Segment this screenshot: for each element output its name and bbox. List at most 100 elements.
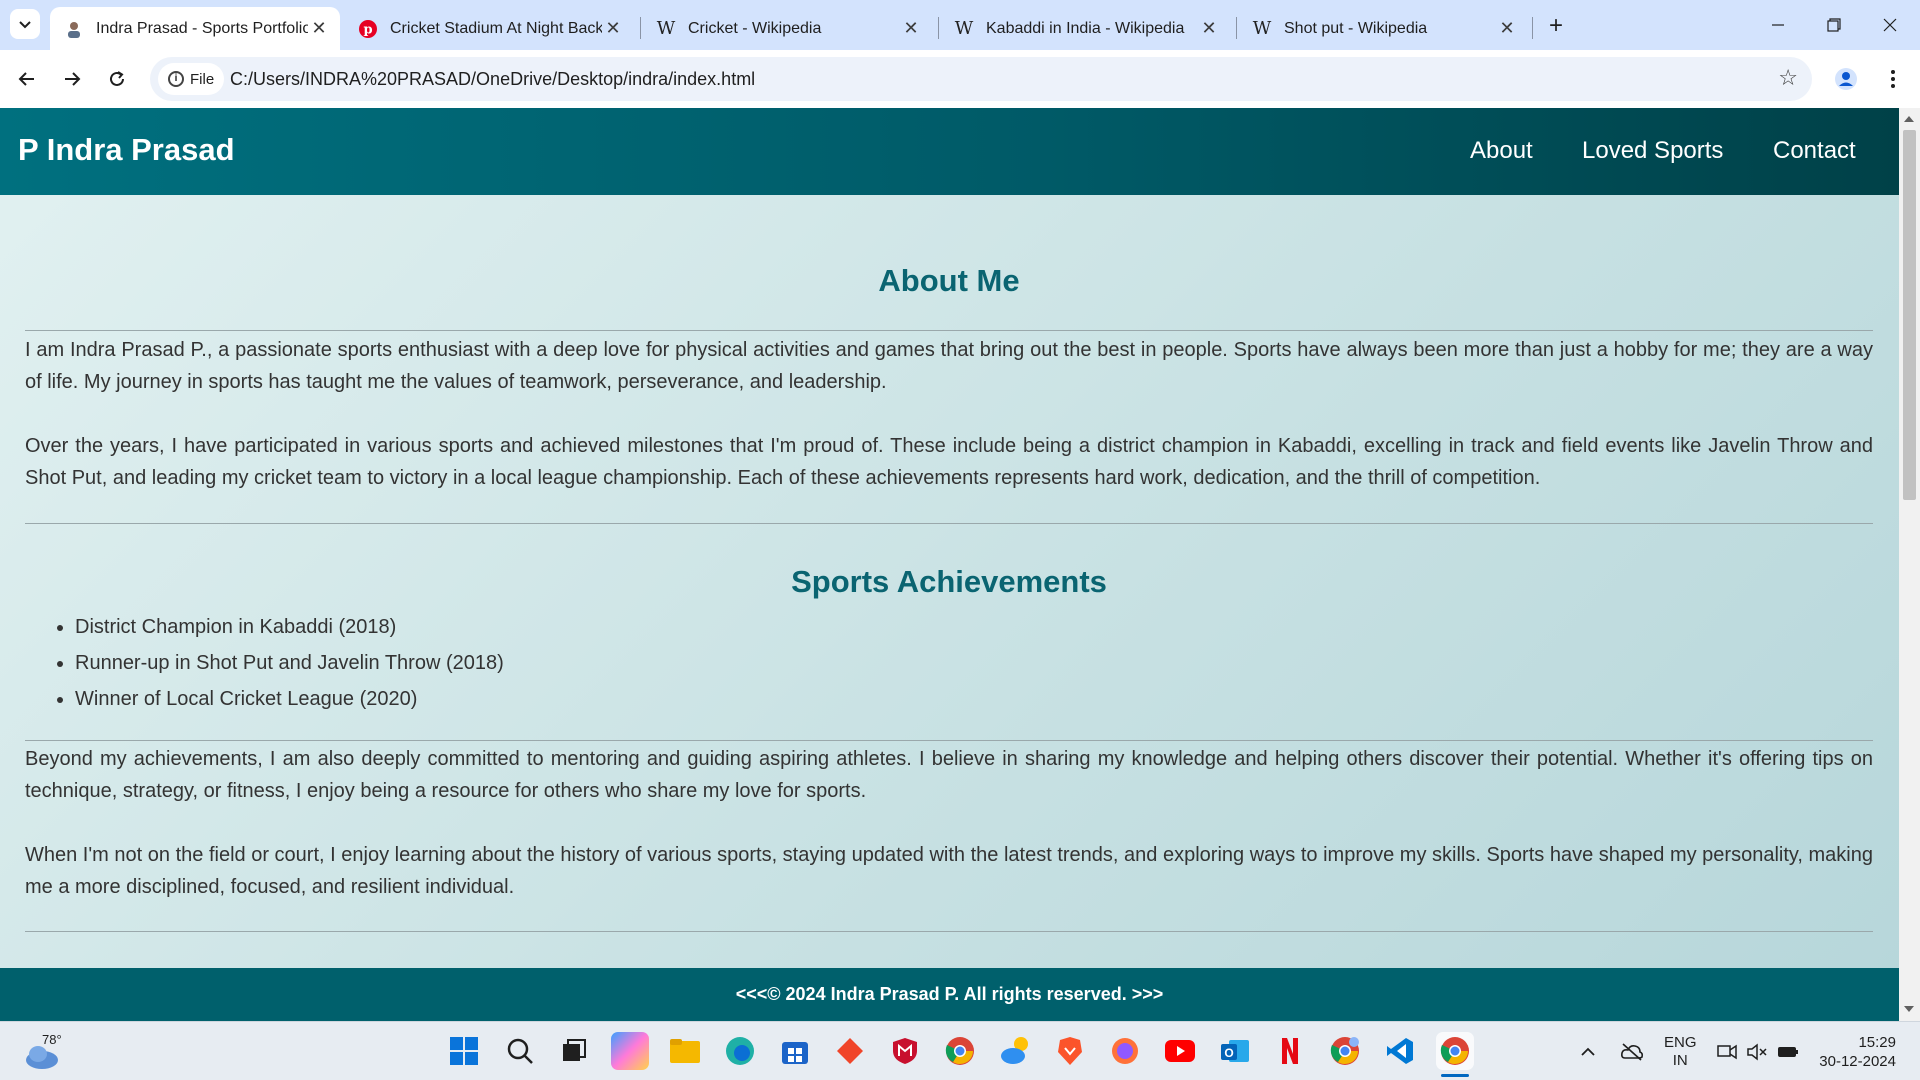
netflix-icon: [1282, 1038, 1298, 1064]
arrow-left-icon: [18, 72, 34, 86]
firefox-app[interactable]: [1106, 1032, 1144, 1070]
chevron-down-icon: [19, 21, 31, 29]
footer-copyright: <<<© 2024 Indra Prasad P. All rights res…: [735, 984, 1164, 1004]
tab-separator: [640, 17, 641, 39]
youtube-app[interactable]: [1161, 1032, 1199, 1070]
netflix-app[interactable]: [1271, 1032, 1309, 1070]
close-tab-icon[interactable]: ✕: [900, 18, 922, 40]
clock[interactable]: 15:29 30-12-2024: [1812, 1022, 1896, 1080]
divider: [25, 740, 1873, 741]
vscode-app[interactable]: [1381, 1032, 1419, 1070]
browser-toolbar: i File C:/Users/INDRA%20PRASAD/OneDrive/…: [0, 50, 1920, 108]
pinterest-icon: p: [358, 19, 378, 39]
chrome-app[interactable]: [941, 1032, 979, 1070]
mcafee-app[interactable]: [886, 1032, 924, 1070]
active-app-indicator: [1441, 1074, 1469, 1077]
battery-icon: [1778, 1046, 1798, 1057]
close-tab-icon[interactable]: ✕: [602, 18, 624, 40]
weather-widget[interactable]: 78°: [20, 1032, 70, 1072]
clock-time: 15:29: [1858, 1033, 1896, 1051]
edge-icon: [726, 1037, 754, 1065]
forward-button[interactable]: [56, 63, 88, 95]
volume-muted-icon: [1747, 1042, 1767, 1061]
back-button[interactable]: [11, 63, 43, 95]
site-header: P Indra Prasad About Loved Sports Contac…: [0, 108, 1899, 195]
close-window-button[interactable]: [1862, 0, 1918, 50]
info-icon: i: [168, 71, 184, 87]
copilot-app[interactable]: [611, 1032, 649, 1070]
clock-date: 30-12-2024: [1819, 1052, 1896, 1070]
chrome-icon: [945, 1037, 974, 1065]
language-text: ENG: [1664, 1033, 1697, 1051]
brave-app[interactable]: [1051, 1032, 1089, 1070]
site-info-chip[interactable]: i File: [158, 63, 225, 95]
svg-text:O: O: [1224, 1046, 1233, 1060]
divider: [25, 523, 1873, 524]
shield-icon: [893, 1038, 917, 1064]
tab-cricket-stadium[interactable]: p Cricket Stadium At Night Backg ✕: [344, 7, 634, 50]
minimize-button[interactable]: [1750, 0, 1806, 50]
file-explorer-app[interactable]: [666, 1032, 704, 1070]
weather-temp: 78°: [42, 1032, 62, 1047]
new-tab-button[interactable]: +: [1542, 12, 1570, 40]
wikipedia-icon: W: [954, 18, 974, 39]
site-footer: <<<© 2024 Indra Prasad P. All rights res…: [0, 968, 1899, 1021]
close-icon: [1883, 18, 1897, 32]
list-item: Winner of Local Cricket League (2020): [75, 681, 504, 717]
store-icon: [782, 1042, 808, 1064]
close-tab-icon[interactable]: ✕: [308, 18, 330, 40]
close-tab-icon[interactable]: ✕: [1198, 18, 1220, 40]
taskbar-search[interactable]: [501, 1032, 539, 1070]
about-heading: About Me: [878, 263, 1020, 298]
scroll-thumb[interactable]: [1903, 130, 1916, 500]
plus-icon: +: [1548, 12, 1563, 39]
nav-loved-sports[interactable]: Loved Sports: [1582, 137, 1723, 165]
scroll-down-arrow-icon[interactable]: [1904, 1006, 1914, 1012]
divider: [25, 931, 1873, 932]
tab-sports-portfolio[interactable]: Indra Prasad - Sports Portfolio ✕: [50, 7, 340, 50]
nav-contact[interactable]: Contact: [1773, 137, 1856, 165]
arrow-right-icon: [65, 72, 81, 86]
folder-icon: [670, 1039, 700, 1063]
windows-logo-icon: [450, 1037, 478, 1065]
nav-about[interactable]: About: [1470, 137, 1533, 165]
store-app[interactable]: [776, 1032, 814, 1070]
tab-kabaddi-wikipedia[interactable]: W Kabaddi in India - Wikipedia ✕: [940, 7, 1230, 50]
page-scrollbar[interactable]: [1899, 108, 1920, 1021]
sun-cloud-icon: [1001, 1037, 1028, 1064]
tab-shotput-wikipedia[interactable]: W Shot put - Wikipedia ✕: [1238, 7, 1528, 50]
chrome-profile-app[interactable]: [1326, 1032, 1364, 1070]
start-button[interactable]: [445, 1032, 483, 1070]
task-view[interactable]: [555, 1032, 593, 1070]
scroll-up-arrow-icon[interactable]: [1904, 116, 1914, 122]
outlook-app[interactable]: O: [1216, 1032, 1254, 1070]
tab-separator: [938, 17, 939, 39]
profile-button[interactable]: [1830, 63, 1862, 95]
region-text: IN: [1672, 1051, 1688, 1069]
input-language[interactable]: ENG IN: [1664, 1022, 1697, 1080]
quick-settings[interactable]: [1716, 1022, 1800, 1080]
address-bar[interactable]: i File C:/Users/INDRA%20PRASAD/OneDrive/…: [150, 57, 1812, 101]
edge-app[interactable]: [721, 1032, 759, 1070]
list-item: District Champion in Kabaddi (2018): [75, 609, 504, 645]
diamond-app[interactable]: [831, 1032, 869, 1070]
chrome-active-app[interactable]: [1436, 1032, 1474, 1070]
url-text[interactable]: C:/Users/INDRA%20PRASAD/OneDrive/Desktop…: [230, 69, 755, 90]
achievements-list: District Champion in Kabaddi (2018) Runn…: [75, 609, 504, 717]
close-tab-icon[interactable]: ✕: [1496, 18, 1518, 40]
network-icon: [1717, 1044, 1737, 1059]
menu-button[interactable]: [1877, 63, 1909, 95]
firefox-icon: [1112, 1038, 1138, 1064]
kebab-menu-icon: [1891, 70, 1895, 88]
cloud-sync-status[interactable]: [1620, 1022, 1644, 1080]
wikipedia-icon: W: [1252, 18, 1272, 39]
bookmark-star-icon[interactable]: ☆: [1778, 65, 1798, 91]
tray-overflow[interactable]: [1580, 1022, 1596, 1080]
tab-search-button[interactable]: [10, 9, 40, 39]
tab-cricket-wikipedia[interactable]: W Cricket - Wikipedia ✕: [642, 7, 932, 50]
reload-button[interactable]: [101, 63, 133, 95]
vscode-icon: [1387, 1038, 1413, 1064]
restore-button[interactable]: [1806, 0, 1862, 50]
weather-app[interactable]: [996, 1032, 1034, 1070]
site-brand[interactable]: P Indra Prasad: [18, 132, 235, 168]
